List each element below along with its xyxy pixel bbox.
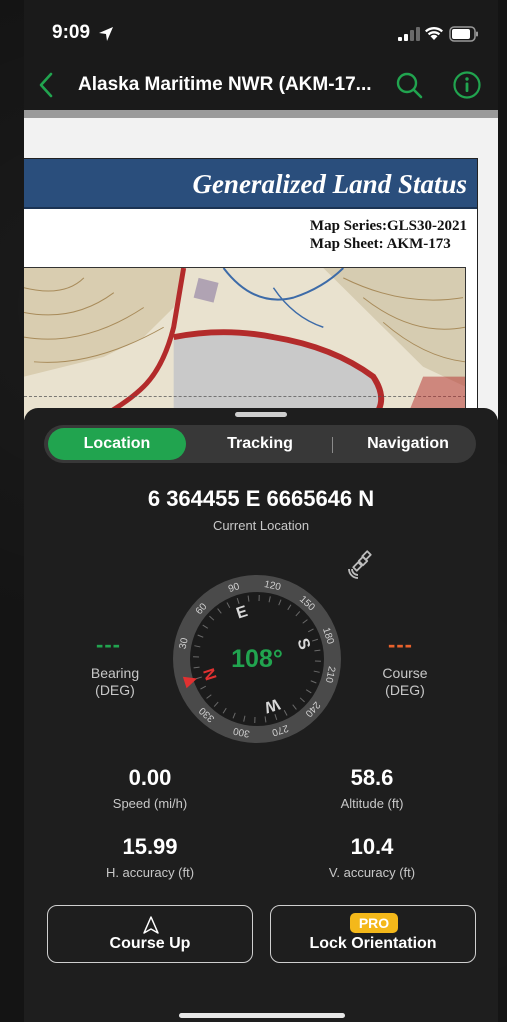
search-icon[interactable] — [394, 70, 424, 100]
battery-icon — [449, 26, 478, 42]
pro-badge: PRO — [350, 913, 398, 933]
map-series-info: Map Series:GLS30-2021 Map Sheet: AKM-173 — [310, 217, 467, 253]
altitude-value: 58.6 — [350, 765, 394, 790]
tab-divider — [332, 437, 333, 453]
status-bar: 9:09 — [24, 0, 498, 62]
h-accuracy-label: H. accuracy (ft) — [105, 865, 195, 880]
v-accuracy-label: V. accuracy (ft) — [328, 865, 416, 880]
course-value: --- — [388, 632, 413, 657]
wifi-icon — [425, 26, 443, 40]
bearing-label-line2: (DEG) — [95, 682, 135, 698]
cellular-signal-icon — [398, 27, 420, 41]
course-up-button[interactable]: Course Up — [47, 905, 253, 963]
speed-value: 0.00 — [128, 765, 172, 790]
info-icon[interactable] — [452, 70, 482, 100]
tab-tracking[interactable]: Tracking — [190, 428, 330, 460]
home-indicator[interactable] — [179, 1013, 345, 1018]
current-coordinates: 6 364455 E 6665646 N — [147, 486, 375, 511]
course-label-line2: (DEG) — [385, 682, 425, 698]
bearing-label: Bearing (DEG) — [84, 665, 146, 699]
coordinates-label: Current Location — [212, 518, 310, 533]
course-label-line1: Course — [382, 665, 428, 681]
tab-location[interactable]: Location — [48, 428, 186, 460]
tab-bar: Location Tracking Navigation — [44, 425, 476, 463]
app-screen: 9:09 Alaska Maritime NWR (AKM-17... Gene… — [24, 0, 498, 1022]
lock-orientation-button[interactable]: PRO Lock Orientation — [270, 905, 476, 963]
tab-navigation[interactable]: Navigation — [344, 428, 472, 460]
map-banner: Generalized Land Status — [24, 159, 477, 209]
topographic-map-image — [24, 267, 466, 420]
page-title: Alaska Maritime NWR (AKM-17... — [78, 74, 372, 95]
course-label: Course (DEG) — [374, 665, 436, 699]
bearing-value: --- — [96, 632, 121, 657]
back-chevron-icon[interactable] — [34, 70, 58, 100]
navigation-arrow-icon — [143, 916, 159, 934]
map-sheet: Generalized Land Status Map Series:GLS30… — [24, 158, 478, 420]
compass-heading: 108° — [231, 645, 283, 673]
satellite-icon[interactable] — [347, 549, 377, 579]
navigation-bar: Alaska Maritime NWR (AKM-17... — [24, 62, 498, 110]
speed-label: Speed (mi/h) — [112, 796, 188, 811]
h-accuracy-value: 15.99 — [122, 834, 178, 859]
lock-orientation-label: Lock Orientation — [309, 935, 437, 952]
altitude-label: Altitude (ft) — [340, 796, 404, 811]
map-document-view[interactable]: Generalized Land Status Map Series:GLS30… — [24, 110, 498, 420]
map-series-line: Map Series:GLS30-2021 — [309, 218, 467, 234]
map-title: Generalized Land Status — [192, 169, 467, 199]
location-arrow-icon — [99, 27, 113, 41]
bearing-label-line1: Bearing — [90, 665, 140, 681]
compass-dial: 306090 120150180210240270300330NESW 108° — [173, 575, 341, 743]
status-time: 9:09 — [52, 22, 91, 43]
map-sheet-line: Map Sheet: AKM-173 — [309, 236, 451, 252]
v-accuracy-value: 10.4 — [350, 834, 394, 859]
location-sheet: Location Tracking Navigation 6 364455 E … — [24, 408, 498, 1022]
course-up-label: Course Up — [109, 935, 191, 952]
sheet-grabber[interactable] — [235, 412, 287, 417]
